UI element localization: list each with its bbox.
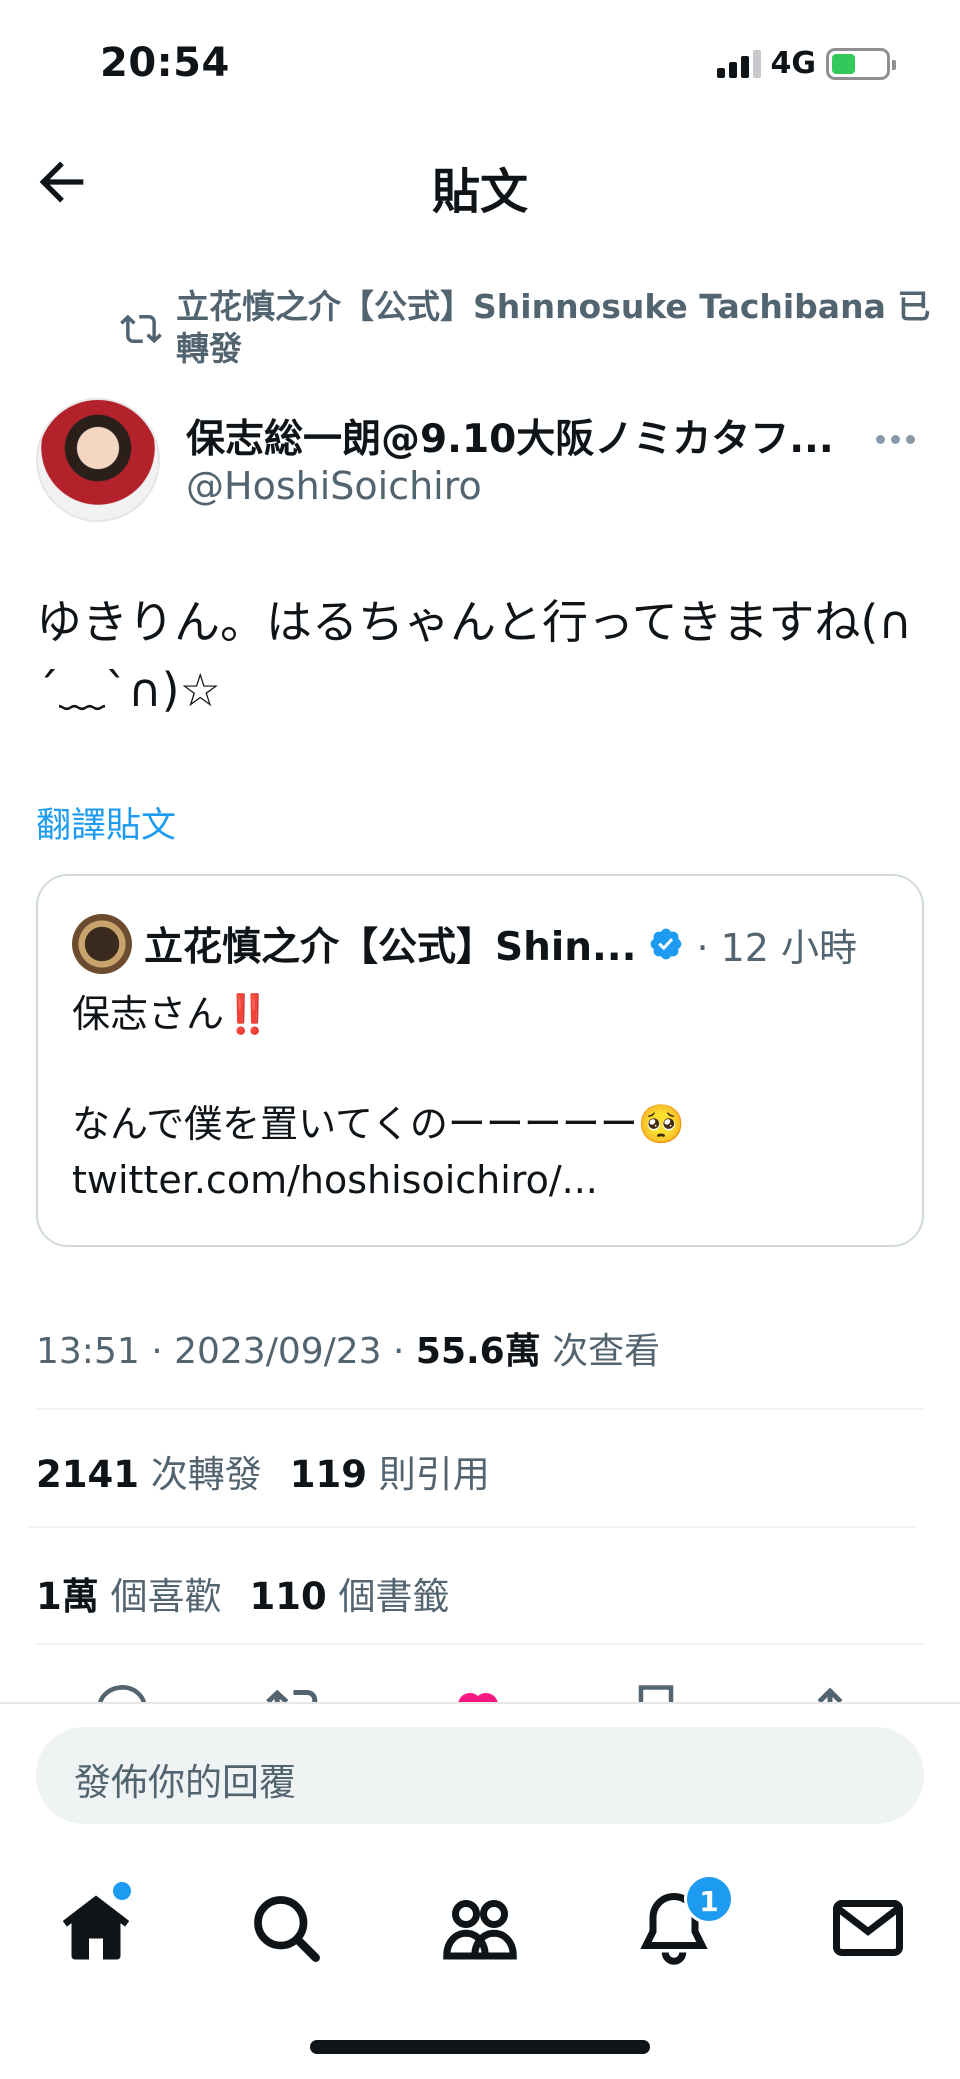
mail-icon bbox=[833, 1900, 903, 1956]
search-icon bbox=[254, 1896, 320, 1962]
action-bar bbox=[0, 1680, 960, 1702]
signal-icon bbox=[716, 49, 761, 78]
quoted-author-avatar bbox=[72, 914, 132, 974]
home-indicator bbox=[310, 2040, 650, 2054]
retweet-icon bbox=[120, 314, 162, 344]
divider bbox=[36, 1408, 924, 1410]
divider bbox=[36, 1643, 924, 1645]
network-type: 4G bbox=[770, 46, 817, 81]
bottom-tab-bar: 1 bbox=[0, 1868, 960, 1988]
repost-icon[interactable] bbox=[266, 1680, 326, 1702]
bookmark-icon[interactable] bbox=[626, 1680, 686, 1702]
reposts-stat[interactable]: 2141 次轉發 bbox=[36, 1444, 262, 1498]
more-dots-icon bbox=[876, 434, 885, 444]
tab-search[interactable] bbox=[244, 1886, 328, 1970]
bookmarks-stat[interactable]: 110 個書籤 bbox=[250, 1566, 450, 1620]
page-title: 貼文 bbox=[431, 164, 528, 220]
quoted-post-header: 立花慎之介【公式】Shin... · 12 小時 bbox=[72, 914, 857, 974]
quoted-post-text: 保志さん‼️ なんで僕を置いてくのーーーーー🥺 twitter.com/hosh… bbox=[72, 986, 892, 1208]
author-name[interactable]: 保志総一朗@9.10大阪ノミカタフ... bbox=[186, 408, 886, 464]
quotes-stat[interactable]: 119 則引用 bbox=[290, 1444, 490, 1498]
status-bar: 20:54 4G bbox=[0, 0, 960, 130]
views-count: 55.6萬 bbox=[415, 1331, 541, 1372]
status-time: 20:54 bbox=[100, 40, 230, 86]
header: 貼文 bbox=[0, 130, 960, 240]
author-handle[interactable]: @HoshiSoichiro bbox=[186, 464, 482, 508]
status-indicators: 4G bbox=[716, 46, 896, 81]
more-options-button[interactable] bbox=[876, 424, 926, 454]
retweet-context[interactable]: 立花慎之介【公式】Shinnosuke Tachibana 已轉發 bbox=[120, 286, 956, 370]
quoted-line: 保志さん‼️ bbox=[72, 992, 272, 1036]
battery-icon bbox=[826, 47, 896, 80]
translate-post-link[interactable]: 翻譯貼文 bbox=[36, 797, 176, 848]
verified-badge-icon bbox=[651, 928, 682, 960]
likes-stat[interactable]: 1萬 個喜歡 bbox=[36, 1566, 222, 1620]
post-timestamp: 13:51 · 2023/09/23 · bbox=[36, 1331, 416, 1372]
share-icon[interactable] bbox=[800, 1680, 860, 1702]
post-text: ゆきりん。はるちゃんと行ってきますね(∩´﹏`∩)☆ bbox=[36, 595, 912, 717]
avatar[interactable] bbox=[36, 398, 160, 522]
quoted-post-card[interactable]: 立花慎之介【公式】Shin... · 12 小時 保志さん‼️ なんで僕を置いて… bbox=[36, 874, 924, 1247]
home-unread-dot bbox=[113, 1882, 131, 1900]
quoted-post-time: · 12 小時 bbox=[696, 925, 858, 970]
reply-placeholder: 發佈你的回覆 bbox=[74, 1761, 296, 1804]
post-meta: 13:51 · 2023/09/23 · 55.6萬 次查看 bbox=[36, 1322, 660, 1374]
communities-icon bbox=[443, 1900, 517, 1960]
quoted-line: なんで僕を置いてくのーーーーー🥺 bbox=[72, 1102, 686, 1146]
reply-icon[interactable] bbox=[92, 1680, 152, 1702]
quoted-author-name: 立花慎之介【公式】Shin... bbox=[144, 925, 637, 970]
tab-messages[interactable] bbox=[826, 1886, 910, 1970]
divider bbox=[28, 1526, 916, 1528]
notifications-badge: 1 bbox=[684, 1874, 734, 1924]
views-label: 次查看 bbox=[540, 1331, 661, 1372]
heart-icon[interactable] bbox=[448, 1680, 508, 1702]
tab-communities[interactable] bbox=[438, 1886, 522, 1970]
post-author: 保志総一朗@9.10大阪ノミカタフ... @HoshiSoichiro bbox=[36, 398, 926, 528]
retweet-label: 立花慎之介【公式】Shinnosuke Tachibana 已轉發 bbox=[176, 287, 931, 368]
divider bbox=[0, 1702, 960, 1704]
stats-row-likes: 1萬 個喜歡 110 個書籤 bbox=[36, 1566, 450, 1620]
quoted-link: twitter.com/hoshisoichiro/... bbox=[72, 1158, 598, 1202]
stats-row-reposts: 2141 次轉發 119 則引用 bbox=[36, 1444, 490, 1498]
